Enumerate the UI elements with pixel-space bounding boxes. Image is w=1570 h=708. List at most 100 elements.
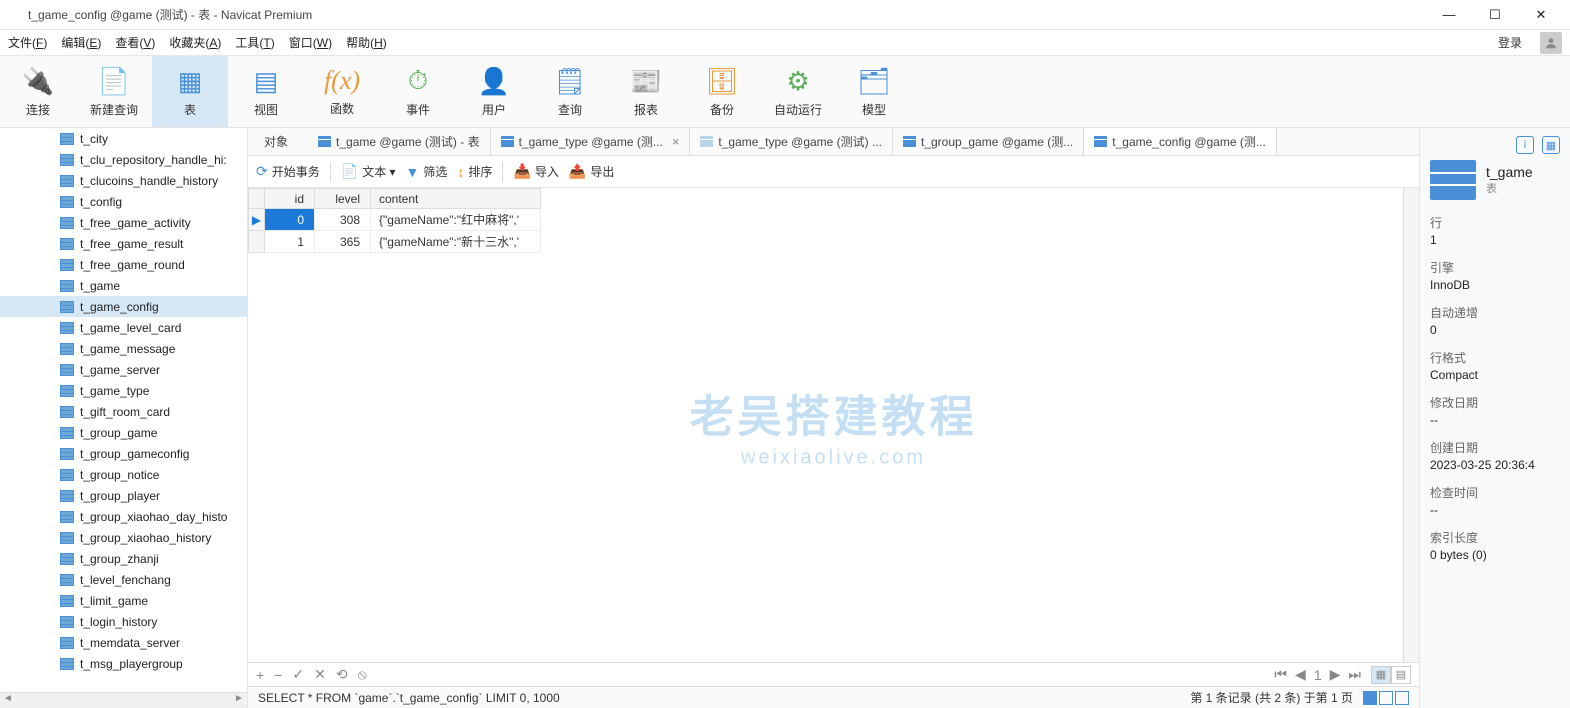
menu-w[interactable]: 窗口(W)	[289, 34, 332, 51]
tab-0[interactable]: 对象	[248, 128, 308, 155]
grid-scrollbar[interactable]	[1403, 188, 1419, 662]
table-t_city[interactable]: t_city	[0, 128, 247, 149]
cell-content[interactable]: {"gameName":"新十三水",'	[371, 231, 541, 253]
toolbar-表[interactable]: ▦表	[152, 56, 228, 127]
toolbar: 🔌连接📄新建查询▦表▤视图f(x)函数⏱事件👤用户🗒查询📰报表🗄备份⚙自动运行🗂…	[0, 56, 1570, 128]
toolbar-报表[interactable]: 📰报表	[608, 56, 684, 127]
data-toolbar: ⟳开始事务 📄文本 ▾ ▼筛选 ↕排序 📥导入 📤导出	[248, 156, 1419, 188]
column-header-level[interactable]: level	[315, 189, 371, 209]
avatar-icon[interactable]	[1540, 32, 1562, 54]
status-icon-2[interactable]	[1379, 691, 1393, 705]
table-t_login_history[interactable]: t_login_history	[0, 611, 247, 632]
toolbar-连接[interactable]: 🔌连接	[0, 56, 76, 127]
table-t_limit_game[interactable]: t_limit_game	[0, 590, 247, 611]
tab-2[interactable]: t_game_type @game (测...×	[491, 128, 691, 155]
cell-level[interactable]: 308	[315, 209, 371, 231]
status-icon-1[interactable]	[1363, 691, 1377, 705]
toolbar-icon: 👤	[478, 66, 510, 97]
table-t_group_zhanji[interactable]: t_group_zhanji	[0, 548, 247, 569]
table-t_memdata_server[interactable]: t_memdata_server	[0, 632, 247, 653]
commit-button[interactable]: ✓	[292, 666, 304, 683]
tab-4[interactable]: t_group_game @game (测...	[893, 128, 1084, 155]
table-t_clucoins_handle_history[interactable]: t_clucoins_handle_history	[0, 170, 247, 191]
table-t_level_fenchang[interactable]: t_level_fenchang	[0, 569, 247, 590]
stop-button[interactable]: ⦸	[358, 666, 367, 683]
minimize-button[interactable]: —	[1426, 1, 1472, 29]
ddl-icon[interactable]: ▦	[1542, 136, 1560, 154]
cell-content[interactable]: {"gameName":"红中麻将",'	[371, 209, 541, 231]
toolbar-自动运行[interactable]: ⚙自动运行	[760, 56, 836, 127]
tab-5[interactable]: t_game_config @game (测...	[1084, 128, 1277, 155]
add-row-button[interactable]: +	[256, 667, 264, 683]
filter-button[interactable]: ▼筛选	[406, 163, 448, 180]
close-icon[interactable]: ×	[672, 134, 680, 149]
toolbar-函数[interactable]: f(x)函数	[304, 56, 380, 127]
table-row[interactable]: 1365{"gameName":"新十三水",'	[249, 231, 541, 253]
table-icon	[60, 154, 74, 166]
menu-a[interactable]: 收藏夹(A)	[169, 34, 221, 51]
toolbar-查询[interactable]: 🗒查询	[532, 56, 608, 127]
table-t_config[interactable]: t_config	[0, 191, 247, 212]
menu-v[interactable]: 查看(V)	[115, 34, 155, 51]
next-page-button[interactable]: ▶	[1330, 666, 1341, 683]
toolbar-icon: ⏱	[408, 65, 428, 97]
text-view-button[interactable]: 📄文本 ▾	[341, 163, 396, 180]
table-t_msg_playergroup[interactable]: t_msg_playergroup	[0, 653, 247, 674]
tab-1[interactable]: t_game @game (测试) - 表	[308, 128, 491, 155]
table-t_group_notice[interactable]: t_group_notice	[0, 464, 247, 485]
table-t_game[interactable]: t_game	[0, 275, 247, 296]
table-t_gift_room_card[interactable]: t_gift_room_card	[0, 401, 247, 422]
table-t_clu_repository_handle_hi:[interactable]: t_clu_repository_handle_hi:	[0, 149, 247, 170]
last-page-button[interactable]: ⏭	[1348, 666, 1361, 683]
delete-row-button[interactable]: −	[274, 667, 282, 683]
sidebar-scrollbar[interactable]: ◄►	[0, 692, 247, 708]
status-icon-3[interactable]	[1395, 691, 1409, 705]
table-t_group_gameconfig[interactable]: t_group_gameconfig	[0, 443, 247, 464]
data-grid[interactable]: idlevelcontent▶0308{"gameName":"红中麻将",'1…	[248, 188, 1403, 662]
table-t_group_xiaohao_history[interactable]: t_group_xiaohao_history	[0, 527, 247, 548]
table-t_free_game_activity[interactable]: t_free_game_activity	[0, 212, 247, 233]
refresh-button[interactable]: ⟲	[336, 666, 348, 683]
table-t_free_game_result[interactable]: t_free_game_result	[0, 233, 247, 254]
table-t_group_player[interactable]: t_group_player	[0, 485, 247, 506]
table-t_game_config[interactable]: t_game_config	[0, 296, 247, 317]
table-t_game_type[interactable]: t_game_type	[0, 380, 247, 401]
close-button[interactable]: ✕	[1518, 1, 1564, 29]
cancel-edit-button[interactable]: ✕	[314, 666, 326, 683]
table-t_game_level_card[interactable]: t_game_level_card	[0, 317, 247, 338]
login-link[interactable]: 登录	[1498, 34, 1522, 51]
menu-t[interactable]: 工具(T)	[235, 34, 274, 51]
toolbar-视图[interactable]: ▤视图	[228, 56, 304, 127]
cell-level[interactable]: 365	[315, 231, 371, 253]
table-t_free_game_round[interactable]: t_free_game_round	[0, 254, 247, 275]
table-t_game_server[interactable]: t_game_server	[0, 359, 247, 380]
toolbar-用户[interactable]: 👤用户	[456, 56, 532, 127]
begin-transaction-button[interactable]: ⟳开始事务	[256, 163, 320, 180]
tab-3[interactable]: t_game_type @game (测试) ...	[690, 128, 893, 155]
toolbar-事件[interactable]: ⏱事件	[380, 56, 456, 127]
table-t_game_message[interactable]: t_game_message	[0, 338, 247, 359]
table-t_group_xiaohao_day_histo[interactable]: t_group_xiaohao_day_histo	[0, 506, 247, 527]
toolbar-模型[interactable]: 🗂模型	[836, 56, 912, 127]
column-header-content[interactable]: content	[371, 189, 541, 209]
prev-page-button[interactable]: ◀	[1295, 666, 1306, 683]
menu-f[interactable]: 文件(F)	[8, 34, 47, 51]
table-row[interactable]: ▶0308{"gameName":"红中麻将",'	[249, 209, 541, 231]
grid-view-toggle[interactable]: ▦	[1371, 666, 1391, 684]
menu-e[interactable]: 编辑(E)	[61, 34, 101, 51]
table-t_group_game[interactable]: t_group_game	[0, 422, 247, 443]
cell-id[interactable]: 0	[265, 209, 315, 231]
form-view-toggle[interactable]: ▤	[1391, 666, 1411, 684]
menu-h[interactable]: 帮助(H)	[346, 34, 387, 51]
toolbar-新建查询[interactable]: 📄新建查询	[76, 56, 152, 127]
cell-id[interactable]: 1	[265, 231, 315, 253]
sort-button[interactable]: ↕排序	[457, 163, 492, 180]
export-button[interactable]: 📤导出	[569, 163, 614, 180]
first-page-button[interactable]: ⏮	[1274, 666, 1287, 683]
toolbar-备份[interactable]: 🗄备份	[684, 56, 760, 127]
info-icon[interactable]: i	[1516, 136, 1534, 154]
column-header-id[interactable]: id	[265, 189, 315, 209]
import-button[interactable]: 📥导入	[513, 163, 558, 180]
maximize-button[interactable]: ☐	[1472, 1, 1518, 29]
table-icon	[60, 301, 74, 313]
